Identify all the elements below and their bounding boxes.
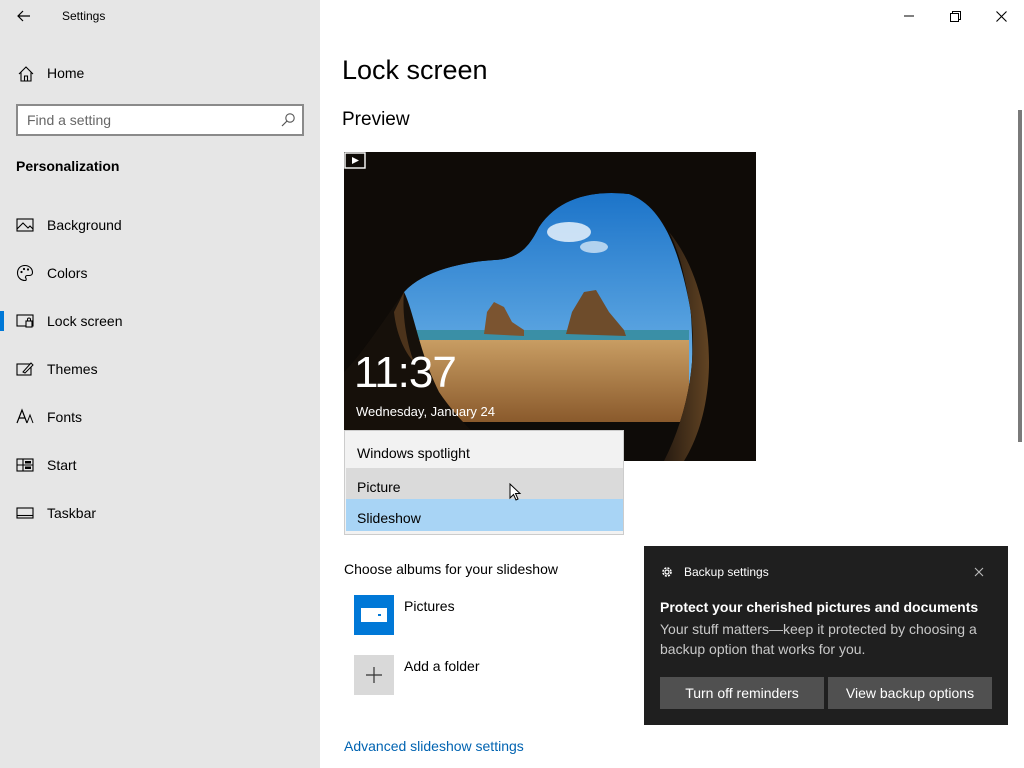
turn-off-reminders-button[interactable]: Turn off reminders <box>660 677 824 709</box>
sidebar-item-label: Taskbar <box>47 505 97 521</box>
preview-time: 11:37 <box>354 348 457 397</box>
restore-icon <box>949 10 961 22</box>
app-title: Settings <box>62 9 106 23</box>
selection-indicator <box>0 311 4 331</box>
back-button[interactable] <box>10 4 38 28</box>
close-icon <box>995 10 1007 22</box>
advanced-slideshow-settings-link[interactable]: Advanced slideshow settings <box>344 738 524 754</box>
background-dropdown[interactable]: Windows spotlight Picture Slideshow <box>344 430 624 535</box>
preview-date: Wednesday, January 24 <box>356 404 495 419</box>
sidebar-item-colors[interactable]: Colors <box>0 253 320 293</box>
toast-header: Backup settings <box>660 565 769 579</box>
page-title: Lock screen <box>342 55 488 85</box>
toast-app-name: Backup settings <box>684 565 769 579</box>
preview-heading: Preview <box>342 109 410 130</box>
sidebar-item-taskbar[interactable]: Taskbar <box>0 493 320 533</box>
restore-button[interactable] <box>932 0 978 32</box>
section-title: Personalization <box>16 158 120 174</box>
albums-label: Choose albums for your slideshow <box>344 561 558 577</box>
sidebar-item-label: Fonts <box>47 409 83 425</box>
lock-screen-preview: 11:37 Wednesday, January 24 <box>344 152 756 461</box>
sidebar-item-home[interactable]: Home <box>0 57 320 89</box>
scrollbar-thumb[interactable] <box>1018 110 1022 442</box>
sidebar-item-background[interactable]: Background <box>0 205 320 245</box>
sidebar-item-label: Lock screen <box>47 313 123 329</box>
sidebar-item-start[interactable]: Start <box>0 445 320 485</box>
lock-screen-icon <box>16 314 34 328</box>
sidebar-item-label: Start <box>47 457 77 473</box>
sidebar-item-label: Themes <box>47 361 98 377</box>
toast-close-icon[interactable] <box>971 564 987 580</box>
add-folder-label[interactable]: Add a folder <box>404 658 480 674</box>
toast-body: Your stuff matters—keep it protected by … <box>660 621 977 657</box>
album-pictures-label[interactable]: Pictures <box>404 598 455 614</box>
search-box[interactable] <box>16 104 304 136</box>
slideshow-icon <box>344 152 366 169</box>
dropdown-option-slideshow[interactable]: Slideshow <box>346 499 623 531</box>
minimize-icon <box>904 15 914 17</box>
sidebar-item-label: Colors <box>47 265 88 281</box>
backup-toast: Backup settings Protect your cherished p… <box>644 546 1008 725</box>
search-input[interactable] <box>27 111 267 129</box>
view-backup-options-button[interactable]: View backup options <box>828 677 992 709</box>
start-icon <box>16 458 34 472</box>
toast-title: Protect your cherished pictures and docu… <box>660 599 979 615</box>
sidebar-item-lock-screen[interactable]: Lock screen <box>0 301 320 341</box>
add-folder-tile[interactable] <box>354 655 394 695</box>
dropdown-option-picture[interactable]: Picture <box>346 468 623 500</box>
mouse-cursor-icon <box>509 483 522 501</box>
close-button[interactable] <box>978 0 1024 32</box>
back-arrow-icon <box>17 10 30 22</box>
plus-icon <box>366 667 382 683</box>
album-pictures-tile[interactable] <box>354 595 394 635</box>
taskbar-icon <box>16 507 34 519</box>
home-icon <box>18 66 34 82</box>
picture-icon <box>16 218 34 232</box>
sidebar-item-label: Home <box>47 65 85 81</box>
palette-icon <box>16 264 34 282</box>
gear-icon <box>662 567 672 577</box>
minimize-button[interactable] <box>886 0 932 32</box>
sidebar-item-themes[interactable]: Themes <box>0 349 320 389</box>
search-icon[interactable] <box>280 112 296 128</box>
sidebar-item-label: Background <box>47 217 122 233</box>
themes-icon <box>16 362 34 376</box>
fonts-icon <box>16 408 34 424</box>
dropdown-option-windows-spotlight[interactable]: Windows spotlight <box>346 434 623 466</box>
sidebar: Settings Home Personalization Background… <box>0 0 320 768</box>
sidebar-item-fonts[interactable]: Fonts <box>0 397 320 437</box>
pictures-folder-icon <box>361 608 387 622</box>
